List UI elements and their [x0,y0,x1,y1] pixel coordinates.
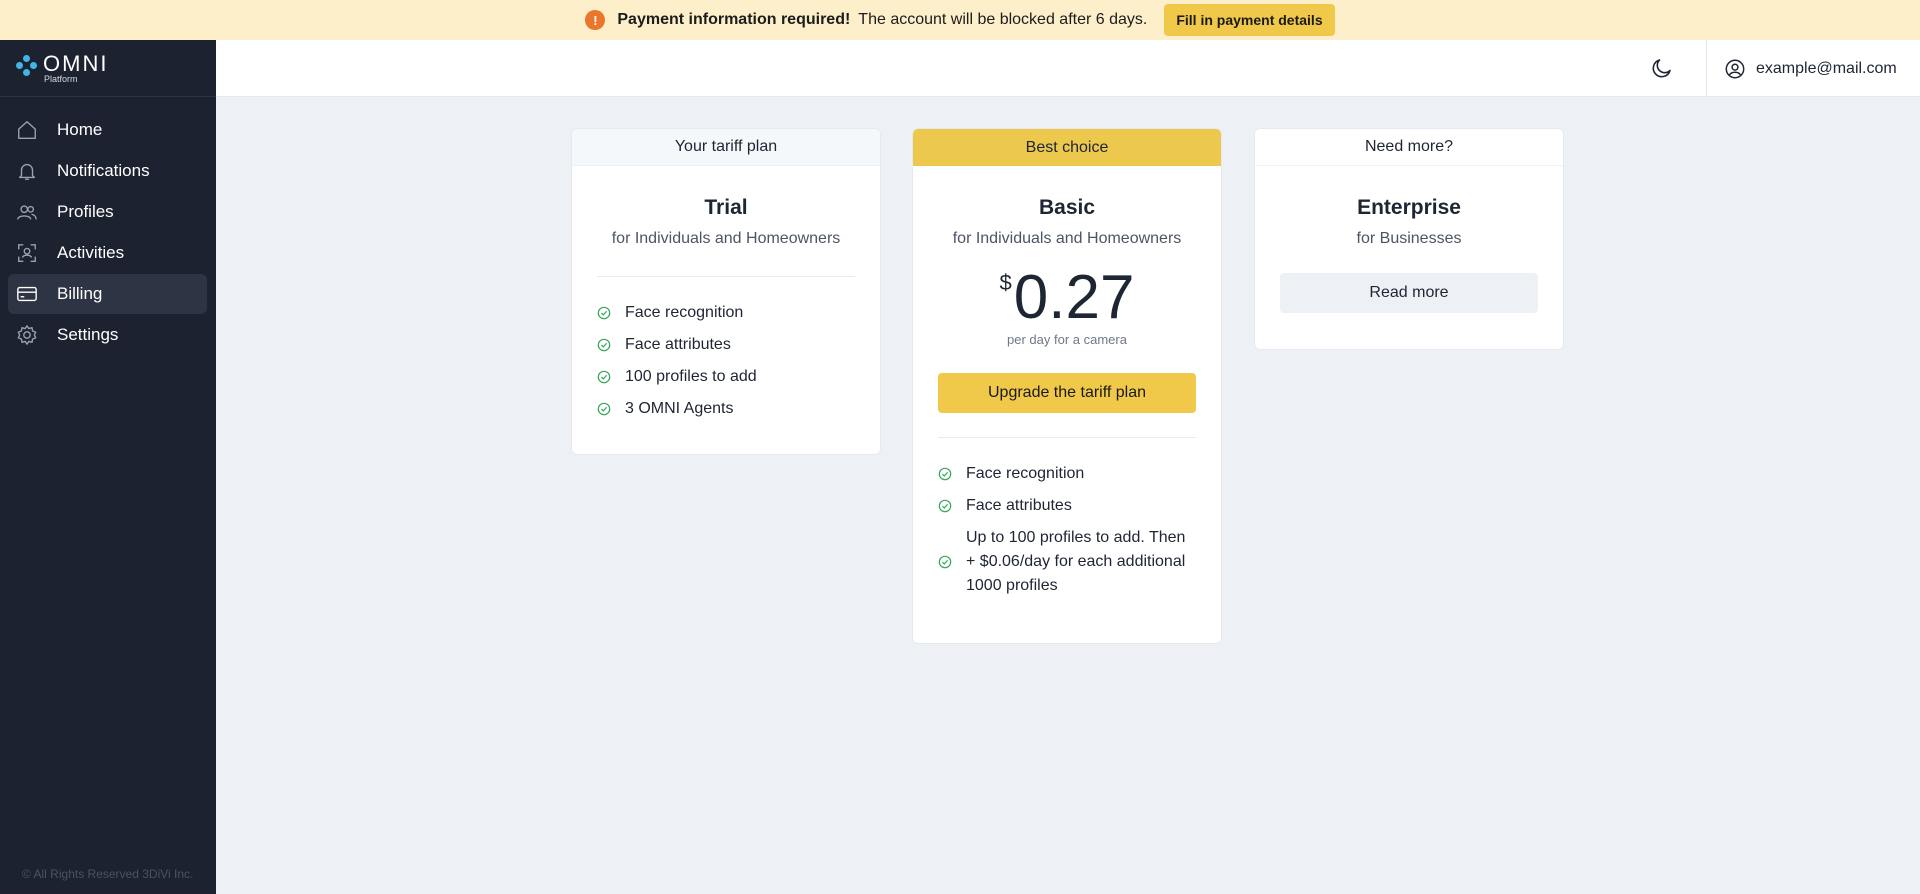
topbar-divider [1706,40,1707,97]
payment-banner: ! Payment information required! The acco… [0,0,1920,40]
logo-sub: Platform [44,74,78,84]
plan-name: Trial [704,196,748,219]
sidebar-item-activities[interactable]: Activities [8,233,207,273]
card-header: Your tariff plan [572,129,880,166]
plan-card-trial: Your tariff plan Trial for Individuals a… [571,128,881,455]
user-menu[interactable]: example@mail.com [1724,40,1897,97]
logo-name: OMNI [43,51,109,76]
check-circle-icon [938,555,952,569]
user-circle-icon [1725,59,1745,78]
sidebar-item-profiles[interactable]: Profiles [8,192,207,232]
plan-name: Basic [1038,196,1096,219]
fill-payment-details-button[interactable]: Fill in payment details [1164,4,1335,36]
check-circle-icon [597,306,611,320]
home-icon [18,121,36,139]
list-item: Up to 100 profiles to add. Then + $0.06/… [938,526,1196,598]
card-header: Need more? [1255,129,1563,166]
sidebar-divider [0,96,216,97]
card-header: Best choice [913,129,1221,166]
sidebar-item-home[interactable]: Home [8,110,207,150]
plan-audience: for Individuals and Homeowners [611,230,841,247]
upgrade-plan-button[interactable]: Upgrade the tariff plan [938,373,1196,413]
topbar: example@mail.com [216,40,1920,97]
sidebar-item-settings[interactable]: Settings [8,315,207,355]
list-item: 100 profiles to add [597,365,855,389]
plan-card-basic: Best choice Basic for Individuals and Ho… [912,128,1222,644]
sidebar-item-label: Settings [57,325,119,344]
check-circle-icon [597,402,611,416]
billing-card-icon [17,286,37,302]
plan-audience: for Individuals and Homeowners [952,230,1182,247]
check-circle-icon [938,467,952,481]
list-item: 3 OMNI Agents [597,397,855,421]
check-circle-icon [938,499,952,513]
warning-icon: ! [585,10,606,30]
sidebar-item-billing[interactable]: Billing [8,274,207,314]
read-more-button[interactable]: Read more [1280,273,1538,313]
sidebar: OMNI Platform Home Notifications Profile… [0,40,216,894]
omni-logo[interactable]: OMNI Platform [16,51,109,84]
list-item: Face attributes [597,333,855,357]
logo-dots-icon [16,55,38,77]
sidebar-item-label: Home [57,120,103,139]
activity-icon [18,244,36,262]
sidebar-item-label: Notifications [57,161,150,180]
moon-icon[interactable] [1650,56,1674,80]
feature-list: Face recognition Face attributes 100 pro… [597,301,855,421]
list-item: Face recognition [938,462,1196,486]
sidebar-item-label: Profiles [57,202,114,221]
card-divider [597,276,855,277]
plan-price: $ 0.27 [938,266,1196,330]
sidebar-item-notifications[interactable]: Notifications [8,151,207,191]
copyright: © All Rights Reserved 3DiVi Inc. [22,867,194,881]
user-email: example@mail.com [1756,59,1897,77]
price-value: 0.27 [1013,263,1135,332]
sidebar-item-label: Billing [57,284,103,303]
banner-message: The account will be blocked after 6 days… [858,11,1148,28]
price-currency: $ [999,270,1012,295]
check-circle-icon [597,370,611,384]
list-item: Face attributes [938,494,1196,518]
plan-name: Enterprise [1357,196,1461,219]
price-period: per day for a camera [1007,332,1127,347]
list-item: Face recognition [597,301,855,325]
plan-card-enterprise: Need more? Enterprise for Businesses Rea… [1254,128,1564,350]
users-icon [17,205,37,220]
banner-title: Payment information required! [617,11,851,28]
card-divider [938,437,1196,438]
plan-audience: for Businesses [1356,230,1462,247]
check-circle-icon [597,338,611,352]
feature-list: Face recognition Face attributes Up to 1… [938,462,1196,598]
gear-icon [17,325,37,345]
bell-icon [18,163,36,180]
sidebar-item-label: Activities [57,243,125,262]
